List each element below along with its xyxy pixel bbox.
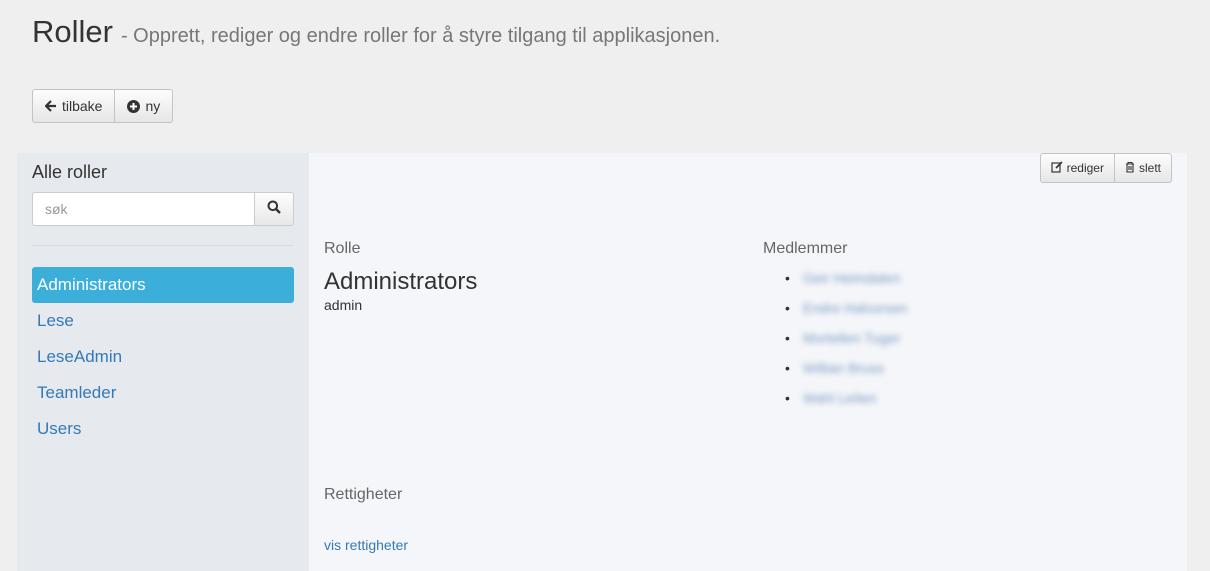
back-button-label: tilbake bbox=[62, 98, 103, 114]
back-button[interactable]: tilbake bbox=[32, 89, 116, 123]
member-item[interactable]: Willian Bruss bbox=[785, 353, 907, 383]
member-name: Geir Heimdalen bbox=[803, 270, 901, 286]
new-button[interactable]: ny bbox=[115, 89, 174, 123]
role-list: Administrators Lese LeseAdmin Teamleder … bbox=[32, 267, 294, 447]
member-name: Willian Bruss bbox=[803, 360, 884, 376]
members-heading: Medlemmer bbox=[763, 240, 848, 257]
search-box bbox=[32, 192, 294, 226]
permissions-heading: Rettigheter bbox=[324, 486, 403, 503]
member-name: Mortellen Tuger bbox=[803, 330, 901, 346]
edit-button-label: rediger bbox=[1066, 161, 1104, 175]
search-icon bbox=[267, 200, 281, 219]
member-item[interactable]: Geir Heimdalen bbox=[785, 263, 907, 293]
toolbar-button-group: tilbake ny bbox=[32, 89, 174, 123]
role-detail: rediger slett Rolle Administrators admin… bbox=[309, 153, 1187, 571]
delete-button[interactable]: slett bbox=[1114, 153, 1172, 183]
role-name: Administrators bbox=[324, 268, 478, 295]
role-item-teamleder[interactable]: Teamleder bbox=[32, 375, 294, 411]
role-item-users[interactable]: Users bbox=[32, 411, 294, 447]
member-item[interactable]: Wahl Leiten bbox=[785, 383, 907, 413]
search-input[interactable] bbox=[32, 192, 255, 226]
show-permissions-link[interactable]: vis rettigheter bbox=[324, 537, 408, 553]
role-item-leseadmin[interactable]: LeseAdmin bbox=[32, 339, 294, 375]
role-heading: Rolle bbox=[324, 240, 361, 257]
page-header: Roller - Opprett, rediger og endre rolle… bbox=[32, 14, 720, 50]
member-name: Endre Halvorsen bbox=[803, 300, 908, 316]
role-code: admin bbox=[324, 297, 363, 313]
new-button-label: ny bbox=[145, 98, 161, 114]
detail-actions: rediger slett bbox=[1039, 153, 1172, 183]
member-list: Geir Heimdalen Endre Halvorsen Mortellen… bbox=[785, 263, 907, 413]
edit-icon bbox=[1051, 160, 1063, 176]
role-item-lese[interactable]: Lese bbox=[32, 303, 294, 339]
delete-button-label: slett bbox=[1138, 161, 1161, 175]
trash-icon bbox=[1125, 161, 1135, 176]
page-subtitle: - Opprett, rediger og endre roller for å… bbox=[120, 25, 721, 47]
member-item[interactable]: Mortellen Tuger bbox=[785, 323, 907, 353]
plus-circle-icon bbox=[127, 99, 141, 113]
member-name: Wahl Leiten bbox=[803, 390, 877, 406]
edit-button[interactable]: rediger bbox=[1039, 153, 1115, 183]
arrow-left-icon bbox=[45, 100, 57, 112]
sidebar: Alle roller Administrators Lese LeseAdmi… bbox=[17, 153, 309, 571]
page-title: Roller bbox=[32, 14, 113, 49]
role-item-administrators[interactable]: Administrators bbox=[32, 267, 294, 303]
member-item[interactable]: Endre Halvorsen bbox=[785, 293, 907, 323]
sidebar-title: Alle roller bbox=[32, 162, 108, 182]
roles-panel: Alle roller Administrators Lese LeseAdmi… bbox=[17, 153, 1187, 571]
sidebar-divider bbox=[32, 245, 294, 246]
search-button[interactable] bbox=[255, 192, 294, 226]
